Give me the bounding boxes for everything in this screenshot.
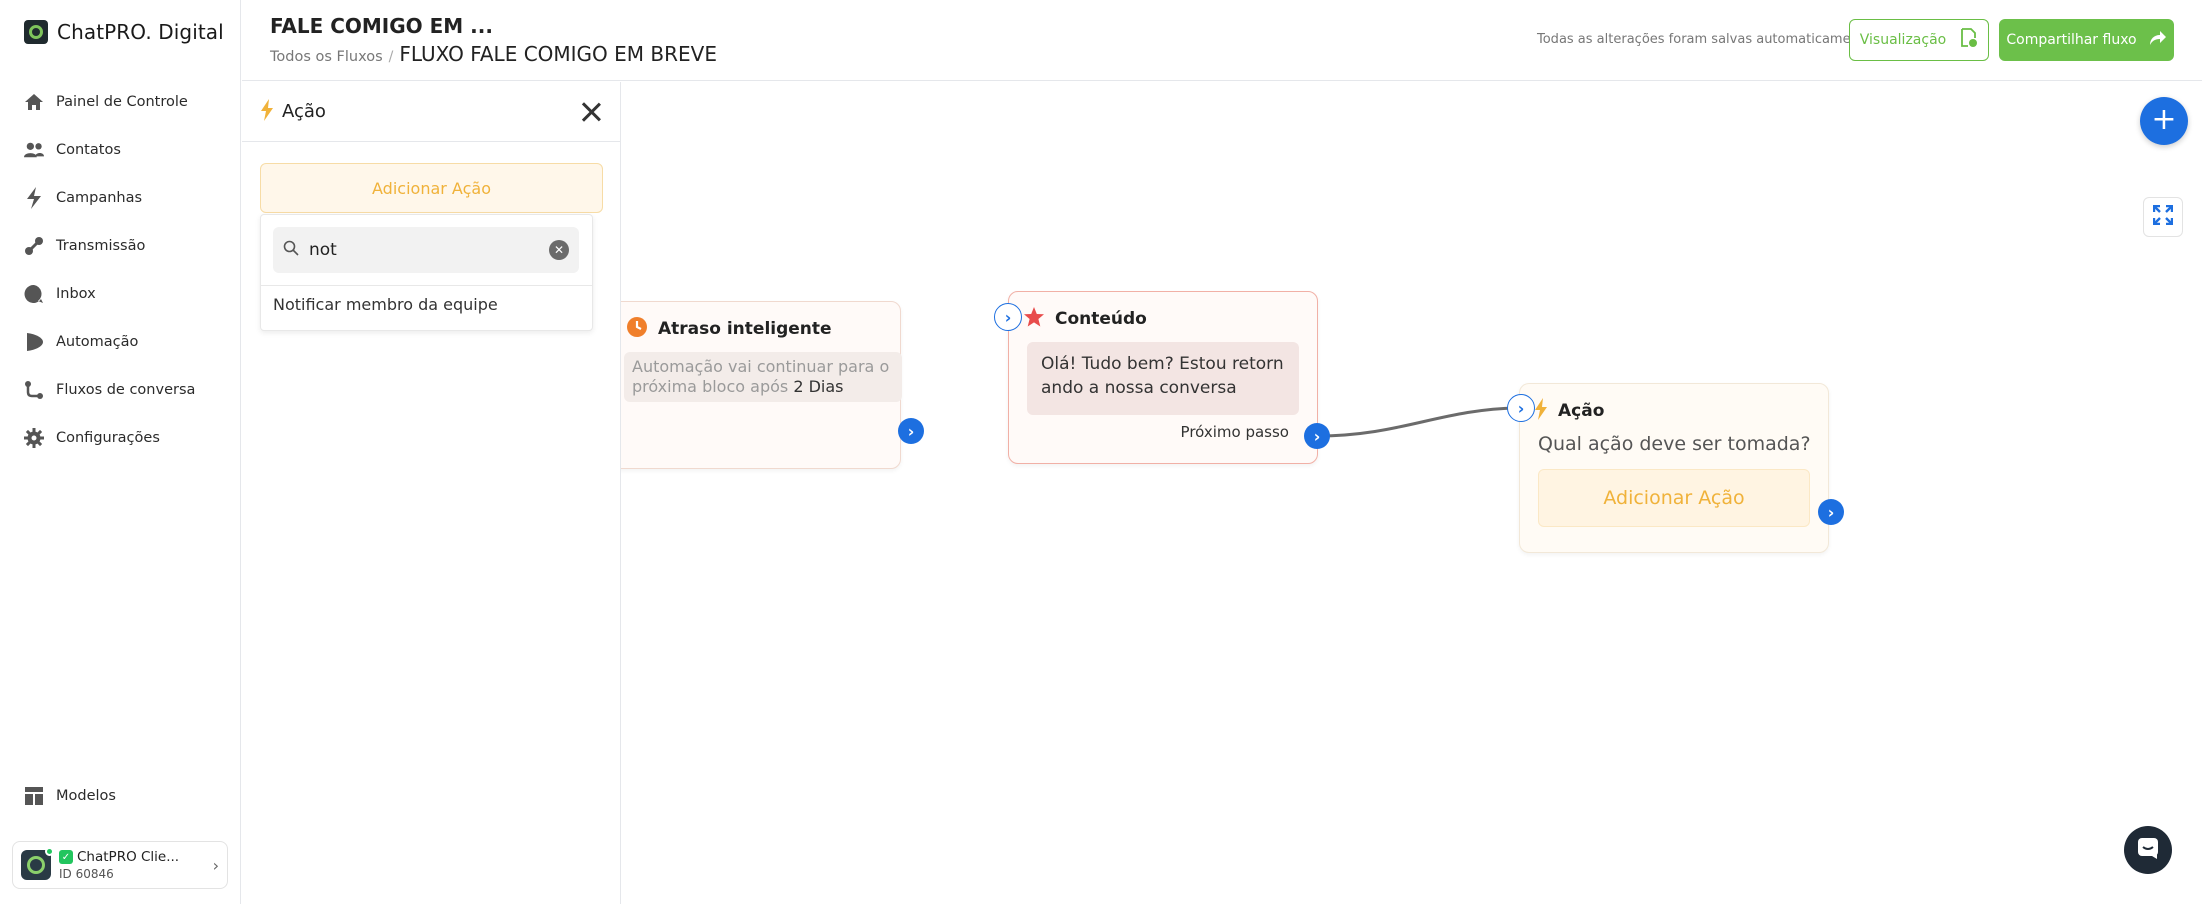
sidebar: ChatPRO. Digital Painel de Controle Cont… (0, 0, 241, 904)
content-node[interactable]: Conteúdo Olá! Tudo bem? Estou retornando… (1008, 291, 1318, 464)
delay-node-title: Atraso inteligente (658, 319, 832, 339)
sidebar-item-label: Fluxos de conversa (56, 382, 196, 398)
action-search: ✕ (273, 227, 579, 273)
account-switcher[interactable]: ✓ ChatPRO Clie... ID 60846 › (12, 841, 228, 889)
account-name: ChatPRO Clie... (77, 849, 180, 865)
delay-output-port[interactable]: › (898, 418, 924, 444)
delay-node-text: Automação vai continuar para o próxima b… (632, 357, 890, 396)
action-node[interactable]: Ação Qual ação deve ser tomada? Adiciona… (1519, 383, 1829, 553)
content-message: Olá! Tudo bem? Estou retornando a nossa … (1027, 342, 1299, 415)
chat-icon (2136, 836, 2160, 864)
brand-name: ChatPRO. Digital (57, 20, 224, 44)
template-icon (24, 786, 44, 806)
clear-search-icon[interactable]: ✕ (549, 240, 569, 260)
edge-content-to-action (1316, 406, 1519, 438)
divider (261, 285, 592, 286)
autosave-status: Todas as alterações foram salvas automat… (1537, 32, 1872, 47)
fit-view-button[interactable] (2143, 197, 2183, 237)
star-icon (1023, 306, 1045, 332)
breadcrumb-separator: / (388, 49, 394, 65)
sidebar-item-label: Campanhas (56, 190, 143, 206)
verified-check-icon: ✓ (59, 850, 73, 864)
sidebar-item-fluxos[interactable]: Fluxos de conversa (24, 366, 195, 414)
online-status-dot (45, 847, 54, 856)
preview-button[interactable]: Visualização (1849, 19, 1989, 61)
delay-node-body: Automação vai continuar para o próxima b… (624, 352, 902, 402)
search-icon (283, 240, 299, 260)
action-panel-header: Ação (242, 82, 620, 142)
broadcast-icon (24, 236, 44, 256)
clock-icon (626, 316, 648, 342)
sidebar-item-label: Configurações (56, 430, 160, 446)
users-icon (24, 140, 44, 160)
action-node-add-button[interactable]: Adicionar Ação (1538, 469, 1810, 527)
bolt-icon (24, 187, 44, 209)
sidebar-item-transmissao[interactable]: Transmissão (24, 222, 195, 270)
flow-canvas[interactable]: Atraso inteligente Automação vai continu… (621, 82, 2202, 904)
sidebar-item-inbox[interactable]: Inbox (24, 270, 195, 318)
action-output-port[interactable]: › (1818, 499, 1844, 525)
avatar (21, 847, 54, 880)
play-icon (24, 332, 44, 352)
sidebar-item-automacao[interactable]: Automação (24, 318, 195, 366)
sidebar-bottom: Modelos (24, 772, 116, 820)
delay-node[interactable]: Atraso inteligente Automação vai continu… (621, 301, 902, 469)
preview-button-label: Visualização (1859, 32, 1947, 48)
sidebar-item-label: Contatos (56, 142, 121, 158)
breadcrumb-all-flows-link[interactable]: Todos os Fluxos (270, 49, 383, 65)
chevron-right-icon: › (212, 855, 219, 875)
sidebar-item-modelos[interactable]: Modelos (24, 772, 116, 820)
bolt-icon (260, 98, 274, 125)
sidebar-item-label: Painel de Controle (56, 94, 188, 110)
content-node-title: Conteúdo (1055, 309, 1147, 329)
preview-icon (1960, 28, 1978, 52)
bolt-icon (1534, 398, 1548, 424)
sidebar-item-campanhas[interactable]: Campanhas (24, 174, 195, 222)
sidebar-nav: Painel de Controle Contatos Campanhas Tr… (24, 78, 195, 462)
content-output-port[interactable]: › (1304, 423, 1330, 449)
share-button-label: Compartilhar fluxo (2006, 32, 2137, 48)
account-id: ID 60846 (59, 867, 114, 881)
sidebar-item-configuracoes[interactable]: Configurações (24, 414, 195, 462)
sidebar-item-painel[interactable]: Painel de Controle (24, 78, 195, 126)
top-header: FALE COMIGO EM ... Todos os Fluxos / FLU… (242, 0, 2202, 81)
brand[interactable]: ChatPRO. Digital (24, 20, 224, 44)
action-node-question: Qual ação deve ser tomada? (1538, 433, 1811, 455)
add-node-button[interactable]: + (2140, 97, 2188, 145)
home-icon (24, 92, 44, 112)
search-input[interactable] (309, 240, 539, 260)
content-input-port[interactable]: › (994, 303, 1022, 331)
brand-logo-icon (24, 20, 48, 44)
page-title: FALE COMIGO EM ... (270, 14, 493, 38)
add-action-button[interactable]: Adicionar Ação (260, 163, 603, 213)
action-node-title: Ação (1558, 401, 1605, 421)
flow-icon (24, 380, 44, 400)
next-step-label: Próximo passo (1180, 423, 1289, 441)
action-input-port[interactable]: › (1507, 394, 1535, 422)
close-icon[interactable] (580, 101, 602, 123)
delay-duration: 2 Dias (793, 377, 844, 396)
sidebar-item-contatos[interactable]: Contatos (24, 126, 195, 174)
support-chat-button[interactable] (2124, 826, 2172, 874)
action-dropdown: ✕ Notificar membro da equipe (260, 214, 593, 331)
sidebar-item-label: Automação (56, 334, 139, 350)
sidebar-item-label: Modelos (56, 788, 116, 804)
action-panel: Ação Adicionar Ação ✕ Notificar membro d… (242, 82, 621, 904)
chat-bubble-icon (24, 284, 44, 304)
share-icon (2149, 30, 2167, 50)
sidebar-item-label: Inbox (56, 286, 96, 302)
sidebar-item-label: Transmissão (56, 238, 146, 254)
gear-icon (24, 428, 44, 448)
action-panel-title: Ação (282, 101, 326, 122)
share-flow-button[interactable]: Compartilhar fluxo (1999, 19, 2174, 61)
connection-lines (1030, 315, 1519, 438)
expand-icon (2152, 204, 2174, 229)
breadcrumb: Todos os Fluxos / FLUXO FALE COMIGO EM B… (270, 42, 717, 66)
breadcrumb-current[interactable]: FLUXO FALE COMIGO EM BREVE (399, 42, 717, 66)
option-notify-team-member[interactable]: Notificar membro da equipe (273, 295, 498, 314)
